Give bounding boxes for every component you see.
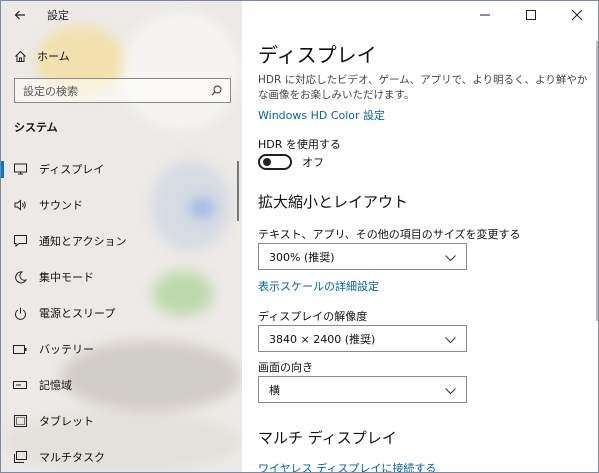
sidebar-item-label: 電源とスリープ (39, 307, 116, 320)
sidebar-item-battery[interactable]: バッテリー (1, 331, 242, 367)
monitor-icon (13, 162, 27, 176)
wireless-display-link[interactable]: ワイヤレス ディスプレイに接続する (258, 460, 436, 472)
multitask-icon (13, 450, 27, 464)
hdr-toggle-label: HDR を使用する (258, 138, 341, 151)
sidebar-item-notifications[interactable]: 通知とアクション (1, 223, 242, 259)
window-controls (462, 1, 598, 29)
resolution-dropdown-value: 3840 × 2400 (推奨) (269, 332, 376, 346)
tablet-icon (13, 414, 27, 428)
sidebar-item-storage[interactable]: 記憶域 (1, 367, 242, 403)
minimize-icon (480, 14, 490, 16)
hdr-toggle[interactable] (258, 154, 292, 170)
sidebar-item-tablet[interactable]: タブレット (1, 403, 242, 439)
title-bar: 設定 (1, 1, 242, 29)
close-icon (572, 10, 582, 20)
resolution-dropdown[interactable]: 3840 × 2400 (推奨) (258, 325, 467, 352)
window-title: 設定 (47, 9, 69, 22)
sidebar-item-label: 記憶域 (39, 379, 72, 392)
main-content: ディスプレイ HDR に対応したビデオ、ゲーム、アプリで、より明るく、より鮮やか… (242, 1, 598, 472)
sidebar-item-multitask[interactable]: マルチタスク (1, 439, 242, 472)
search-icon (211, 81, 222, 100)
maximize-button[interactable] (508, 1, 554, 29)
sidebar-item-label: マルチタスク (39, 451, 105, 464)
sidebar-item-label: タブレット (39, 415, 94, 428)
chevron-down-icon (445, 247, 456, 266)
scale-dropdown-value: 300% (推奨) (269, 250, 335, 264)
sidebar-nav: ディスプレイ サウンド 通知とアクション 集中モード 電源とスリープ バッテリー… (1, 151, 242, 472)
sidebar-item-power[interactable]: 電源とスリープ (1, 295, 242, 331)
sidebar-item-display[interactable]: ディスプレイ (1, 151, 242, 187)
hdr-toggle-row: オフ (258, 154, 324, 170)
hdr-description: HDR に対応したビデオ、ゲーム、アプリで、より明るく、より鮮やかな画像をお楽し… (258, 74, 588, 101)
sidebar-item-label: 通知とアクション (39, 235, 127, 248)
maximize-icon (526, 10, 536, 20)
notification-icon (13, 234, 27, 248)
settings-window: 設定 ホーム 設定の検索 システム ディスプレイ サウンド 通知とアクション 集… (0, 0, 599, 473)
back-button[interactable] (1, 1, 39, 29)
speaker-icon (13, 198, 27, 212)
sidebar-item-label: ディスプレイ (39, 163, 105, 176)
sidebar-item-label: サウンド (39, 199, 83, 212)
sidebar-item-label: ホーム (37, 50, 70, 63)
home-icon (13, 49, 27, 63)
sidebar-item-focus[interactable]: 集中モード (1, 259, 242, 295)
orientation-dropdown[interactable]: 横 (258, 376, 467, 403)
page-title: ディスプレイ (258, 43, 377, 67)
scale-label: テキスト、アプリ、その他の項目のサイズを変更する (258, 228, 521, 241)
close-button[interactable] (554, 1, 598, 29)
sidebar-item-label: 集中モード (39, 271, 94, 284)
chevron-down-icon (445, 329, 456, 348)
moon-icon (13, 270, 27, 284)
sidebar-item-home[interactable]: ホーム (1, 41, 242, 71)
back-arrow-icon (14, 10, 25, 20)
search-input[interactable]: 設定の検索 (14, 78, 231, 103)
sidebar-item-sound[interactable]: サウンド (1, 187, 242, 223)
scale-section-title: 拡大縮小とレイアウト (258, 193, 409, 211)
sidebar-section-title: システム (14, 121, 58, 134)
sidebar-scrollbar[interactable] (237, 161, 239, 221)
search-placeholder: 設定の検索 (23, 84, 78, 98)
multi-display-section-title: マルチ ディスプレイ (258, 429, 397, 447)
minimize-button[interactable] (462, 1, 508, 29)
orientation-label: 画面の向き (258, 361, 313, 374)
toggle-knob (263, 158, 271, 166)
orientation-dropdown-value: 横 (269, 383, 280, 397)
advanced-scaling-link[interactable]: 表示スケールの詳細設定 (258, 278, 379, 294)
sidebar: 設定 ホーム 設定の検索 システム ディスプレイ サウンド 通知とアクション 集… (1, 1, 242, 472)
chevron-down-icon (445, 380, 456, 399)
battery-icon (13, 342, 27, 356)
sidebar-item-label: バッテリー (39, 343, 94, 356)
hdr-toggle-state: オフ (302, 156, 324, 169)
storage-icon (13, 378, 27, 392)
main-scrollbar[interactable] (596, 41, 598, 321)
power-icon (13, 306, 27, 320)
hdr-settings-link[interactable]: Windows HD Color 設定 (258, 107, 385, 123)
resolution-label: ディスプレイの解像度 (258, 310, 368, 323)
scale-dropdown[interactable]: 300% (推奨) (258, 243, 467, 270)
